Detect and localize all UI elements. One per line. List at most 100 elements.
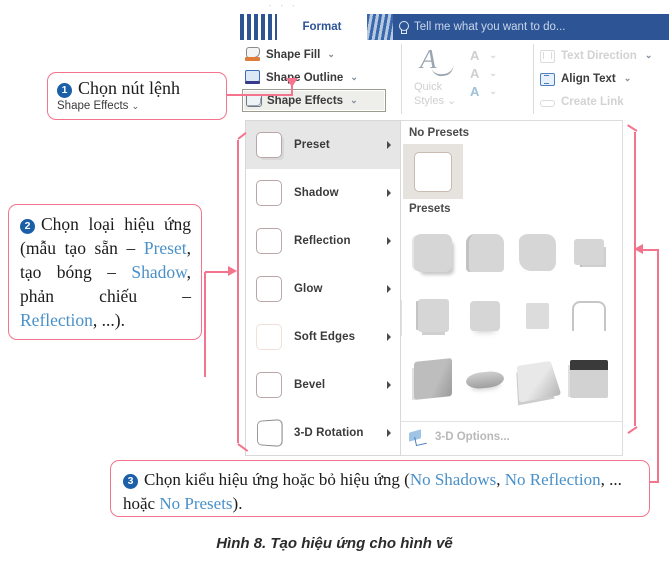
chevron-down-icon[interactable]: ⌄	[350, 72, 358, 83]
preset-swatch[interactable]	[511, 221, 563, 284]
shape-fill-icon	[245, 47, 261, 62]
shape-fill-label: Shape Fill	[266, 48, 321, 61]
callout-3-text: 3 Chọn kiểu hiệu ứng hoặc bỏ hiệu ứng (No…	[123, 468, 637, 516]
preset-swatch[interactable]	[407, 221, 459, 284]
create-link-label: Create Link	[561, 95, 624, 108]
plain-text: , ...).	[92, 310, 125, 330]
figure-root: · · · Format Tell me what you want to do…	[0, 0, 669, 570]
callout-3-body: Chọn kiểu hiệu ứng hoặc bỏ hiệu ứng (No …	[123, 470, 622, 513]
chevron-down-icon[interactable]: ⌄	[447, 95, 456, 107]
preset-swatch[interactable]	[407, 284, 459, 347]
menu-bottom-divider	[401, 300, 402, 336]
presets-label: Presets	[409, 203, 451, 215]
text-effects-button[interactable]: A ⌄	[470, 82, 526, 100]
preset-swatch[interactable]	[511, 347, 563, 410]
align-text-button[interactable]: Align Text ⌄	[540, 67, 668, 90]
text-outline-button[interactable]: A ⌄	[470, 64, 526, 82]
create-link-button[interactable]: Create Link	[540, 90, 668, 113]
chevron-down-icon: ⌄	[131, 101, 140, 111]
group-divider	[401, 44, 402, 114]
menu-bracket-vertical	[237, 140, 239, 443]
menu-item-glow[interactable]: Glow	[246, 265, 400, 313]
preset-swatch[interactable]	[511, 284, 563, 347]
shape-outline-icon	[245, 70, 261, 85]
shape-fill-button[interactable]: Shape Fill ⌄	[242, 43, 396, 66]
preset-swatch[interactable]	[459, 347, 511, 410]
chevron-down-icon[interactable]: ⌄	[350, 95, 358, 106]
chevron-down-icon[interactable]: ⌄	[489, 86, 497, 97]
quick-styles-swoosh	[431, 64, 455, 78]
menu-item-label: Soft Edges	[294, 331, 356, 343]
menu-item-label: Preset	[294, 139, 330, 151]
no-presets-shape	[414, 151, 452, 192]
keyword-text: No Presets	[159, 494, 233, 513]
ribbon-titlebar: Format Tell me what you want to do...	[240, 14, 669, 40]
chevron-down-icon[interactable]: ⌄	[624, 73, 632, 84]
preset-swatch[interactable]	[563, 284, 615, 347]
3d-options-icon	[409, 429, 426, 445]
chevron-right-icon	[387, 333, 391, 341]
3d-rotation-icon	[254, 418, 284, 448]
no-presets-label: No Presets	[409, 127, 470, 139]
shape-styles-group: Shape Fill ⌄ Shape Outline ⌄ Shape Effec…	[242, 43, 396, 112]
figure-caption: Hình 8. Tạo hiệu ứng cho hình vẽ	[216, 535, 453, 552]
shape-effects-menu: Preset Shadow Reflection Glow Soft Edges…	[245, 120, 401, 456]
quick-styles-line2: Styles	[414, 95, 444, 107]
connector-1-horizontal	[227, 94, 293, 96]
callout-2-body: Chọn loại hiệu ứng (mẫu tạo sẵn – Preset…	[20, 214, 191, 330]
submenu-divider	[401, 421, 623, 422]
cropped-text-sliver: · · ·	[268, 0, 298, 12]
menu-item-label: Bevel	[294, 379, 326, 391]
shadow-icon	[254, 178, 284, 208]
chevron-down-icon[interactable]: ⌄	[645, 50, 653, 61]
keyword-text: No Shadows	[409, 470, 497, 489]
menu-item-bevel[interactable]: Bevel	[246, 361, 400, 409]
chevron-down-icon[interactable]: ⌄	[327, 49, 335, 60]
preset-swatch[interactable]	[407, 347, 459, 410]
tell-me-search[interactable]: Tell me what you want to do...	[390, 14, 669, 40]
text-direction-icon	[540, 49, 555, 63]
menu-item-preset[interactable]: Preset	[246, 121, 400, 169]
menu-item-3d-rotation[interactable]: 3-D Rotation	[246, 409, 400, 457]
wordart-style-column: A ⌄ A ⌄ A ⌄	[470, 46, 526, 100]
menu-item-shadow[interactable]: Shadow	[246, 169, 400, 217]
tell-me-label: Tell me what you want to do...	[414, 21, 566, 33]
text-fill-button[interactable]: A ⌄	[470, 46, 526, 64]
tab-format[interactable]: Format	[277, 14, 367, 40]
callout-box-3: 3 Chọn kiểu hiệu ứng hoặc bỏ hiệu ứng (No…	[110, 460, 650, 517]
shape-effects-button[interactable]: Shape Effects ⌄	[242, 89, 386, 112]
shape-outline-button[interactable]: Shape Outline ⌄	[242, 66, 396, 89]
preset-swatch[interactable]	[563, 347, 615, 410]
preset-gallery	[407, 221, 617, 410]
plain-text: ,	[496, 470, 505, 489]
text-group: Text Direction ⌄ Align Text ⌄ Create Lin…	[540, 44, 668, 113]
preset-swatch[interactable]	[459, 221, 511, 284]
word-ribbon: Format Tell me what you want to do... Sh…	[240, 14, 669, 120]
text-fill-glyph: A	[470, 47, 480, 63]
callout-1-sub-text: Shape Effects	[57, 100, 129, 112]
preset-icon	[254, 130, 284, 160]
preset-swatch[interactable]	[563, 221, 615, 284]
quick-styles-label: Quick Styles ⌄	[414, 80, 456, 108]
3d-options-button[interactable]: 3-D Options...	[409, 429, 510, 445]
menu-item-label: 3-D Rotation	[294, 427, 364, 439]
no-presets-swatch[interactable]	[403, 144, 463, 199]
menu-item-label: Shadow	[294, 187, 339, 199]
menu-item-reflection[interactable]: Reflection	[246, 217, 400, 265]
preset-swatch[interactable]	[459, 284, 511, 347]
chevron-down-icon[interactable]: ⌄	[489, 50, 497, 61]
titlebar-stripe-left	[240, 14, 277, 40]
chevron-right-icon	[387, 189, 391, 197]
connector-3-vertical	[657, 250, 659, 483]
keyword-text: Reflection	[20, 310, 93, 330]
text-direction-button[interactable]: Text Direction ⌄	[540, 44, 668, 67]
text-outline-glyph: A	[470, 65, 480, 81]
chevron-down-icon[interactable]: ⌄	[489, 68, 497, 79]
3d-options-label: 3-D Options...	[435, 431, 510, 443]
callout-3-badge: 3	[123, 474, 138, 489]
lightbulb-icon	[397, 20, 409, 34]
chevron-right-icon	[387, 285, 391, 293]
keyword-text: Preset	[143, 238, 187, 258]
menu-item-soft-edges[interactable]: Soft Edges	[246, 313, 400, 361]
soft-edges-icon	[254, 322, 284, 352]
